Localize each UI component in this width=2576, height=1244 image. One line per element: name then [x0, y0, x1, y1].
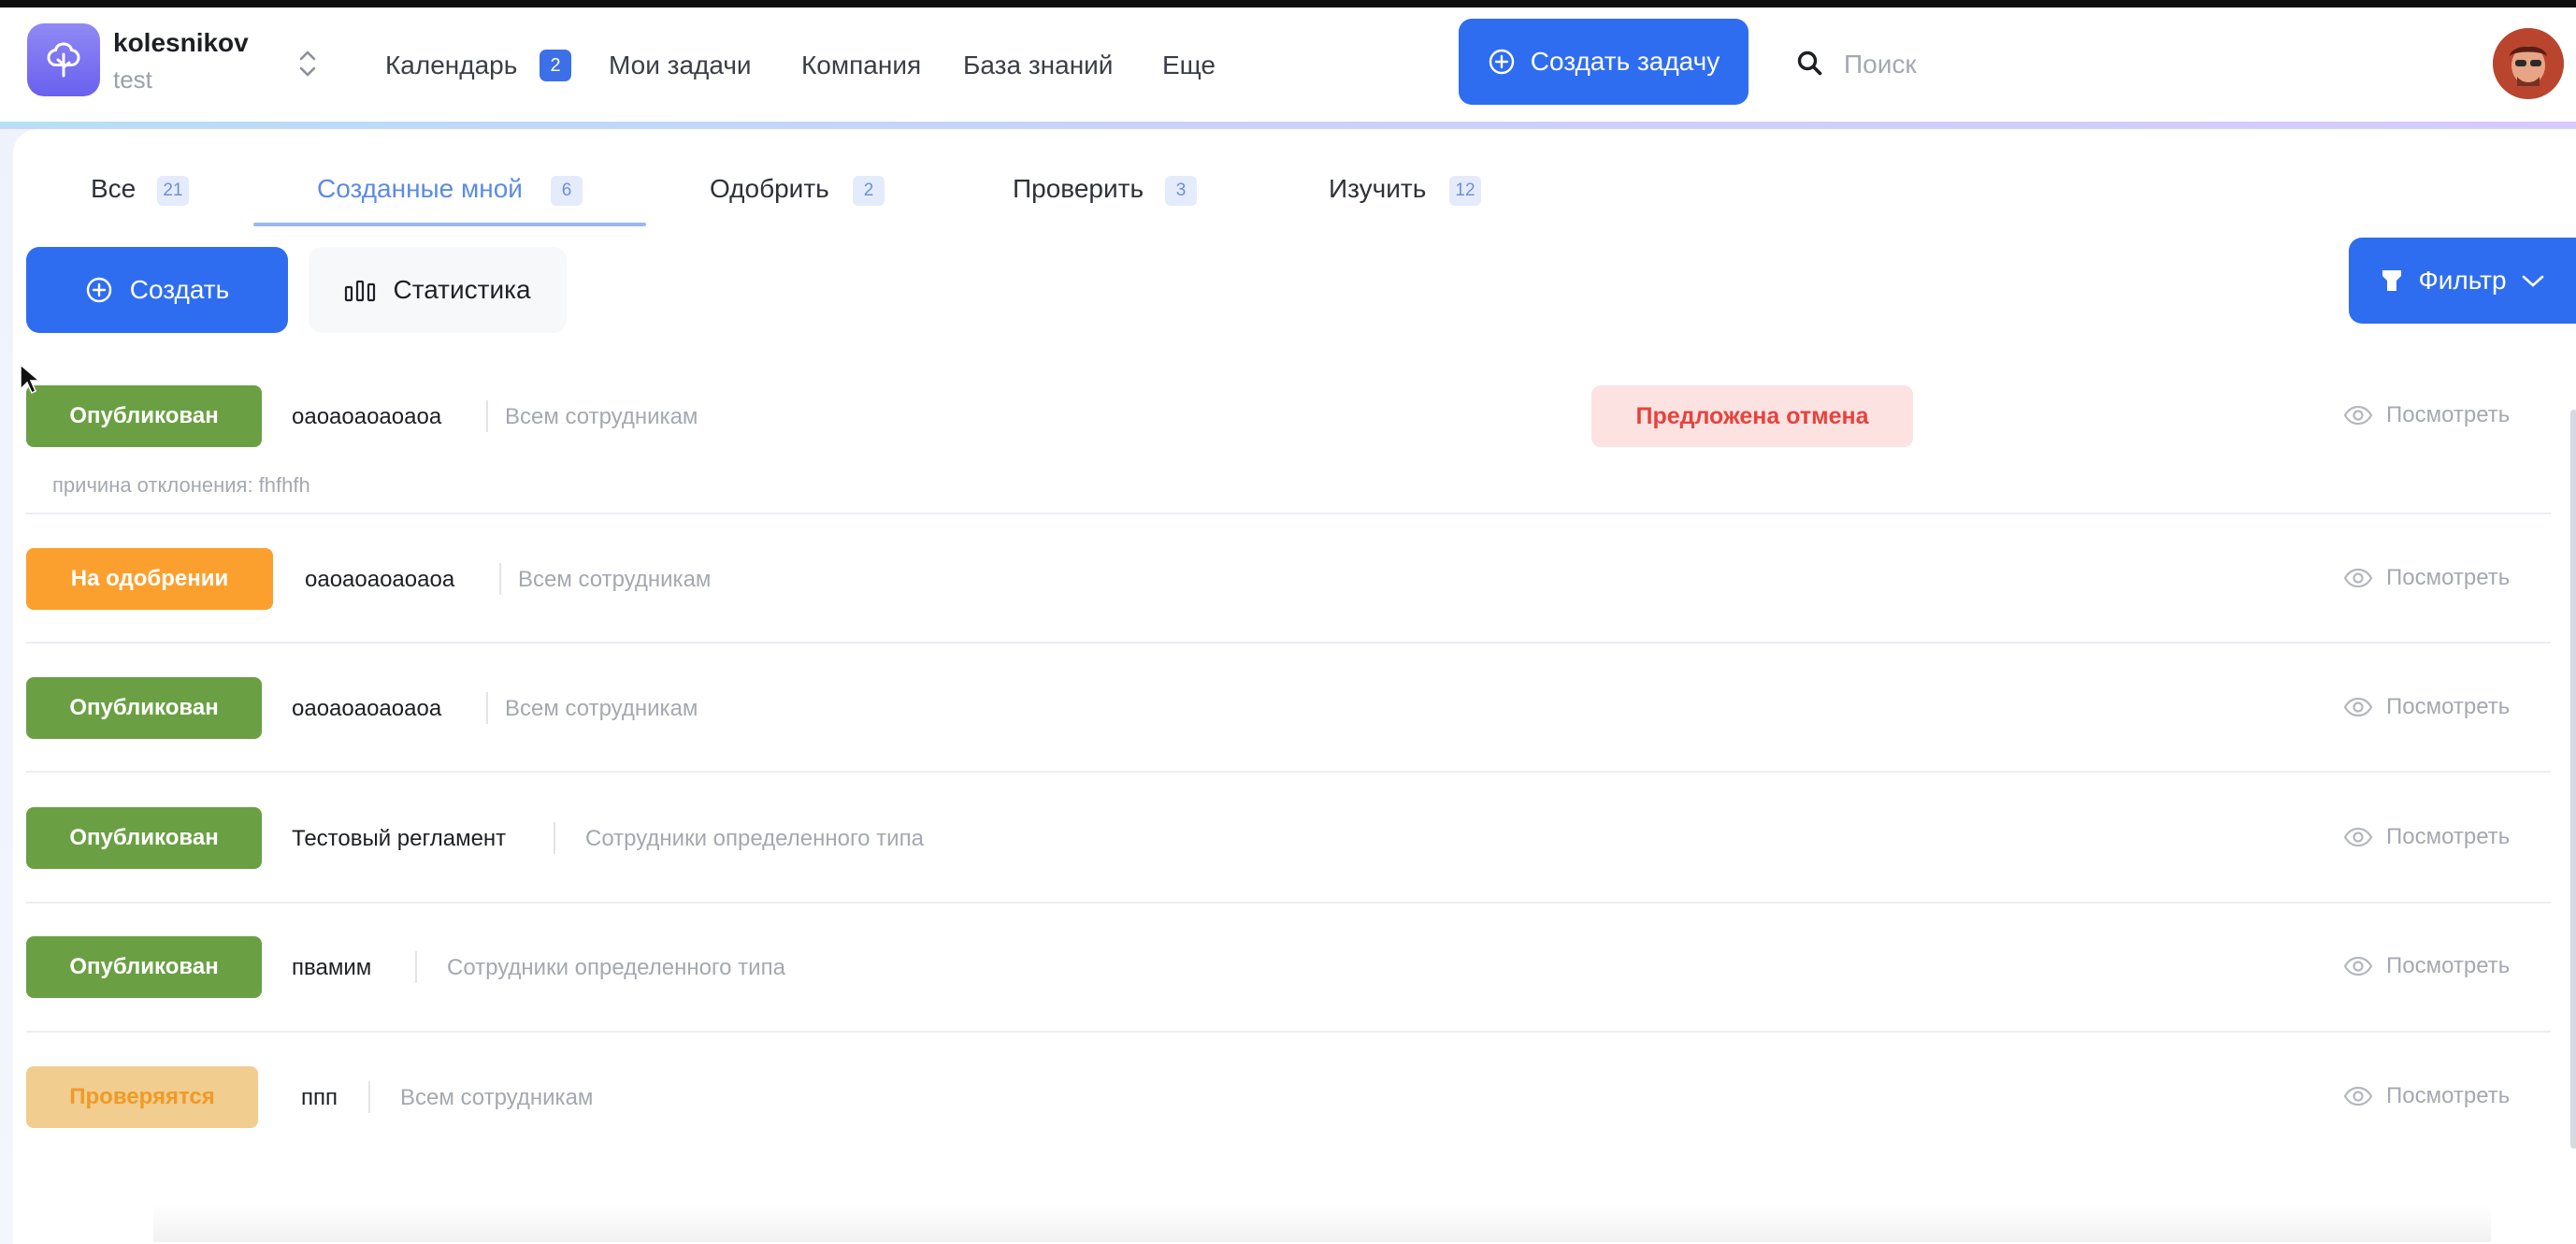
search-icon[interactable] [1795, 49, 1825, 79]
tab-study-count: 12 [1449, 176, 1481, 206]
view-label: Посмотреть [2386, 565, 2511, 590]
view-link[interactable]: Посмотреть [2343, 953, 2510, 979]
divider [486, 692, 488, 724]
audience-text: Всем сотрудникам [518, 567, 712, 592]
nav-calendar[interactable]: Календарь [385, 51, 517, 80]
eye-icon [2343, 1086, 2373, 1107]
list-item: Опубликован оаоаоаоаоаоа Всем сотрудника… [26, 644, 2551, 773]
status-badge: Опубликован [26, 936, 262, 998]
tree-icon [47, 42, 80, 78]
eye-icon [2343, 956, 2373, 976]
create-button[interactable]: Создать [26, 247, 288, 333]
view-label: Посмотреть [2386, 402, 2511, 427]
org-logo[interactable] [27, 23, 100, 96]
document-title[interactable]: ппп [301, 1085, 338, 1111]
list-item: Опубликован Тестовый регламент Сотрудник… [26, 773, 2551, 904]
tab-approve[interactable]: Одобрить [710, 174, 829, 204]
status-badge: Опубликован [26, 385, 262, 447]
nav-more[interactable]: Еще [1162, 51, 1216, 80]
audience-text: Всем сотрудникам [505, 696, 698, 721]
app-screen: kolesnikov test Календарь 2 Мои задачи К… [0, 7, 2576, 1244]
list-item: Опубликован пвамим Сотрудники определенн… [26, 904, 2551, 1033]
bar-chart-icon [345, 280, 376, 302]
cancel-proposed-badge: Предложена отмена [1591, 385, 1913, 447]
calendar-badge: 2 [540, 50, 571, 81]
tab-study[interactable]: Изучить [1329, 174, 1426, 204]
rejection-reason: причина отклонения: fhfhfh [52, 473, 310, 497]
view-link[interactable]: Посмотреть [2343, 402, 2510, 428]
nav-my-tasks[interactable]: Мои задачи [609, 51, 752, 80]
audience-text: Всем сотрудникам [400, 1085, 594, 1110]
audience-text: Сотрудники определенного типа [585, 826, 924, 851]
view-label: Посмотреть [2386, 824, 2511, 849]
divider [368, 1081, 370, 1113]
plus-circle-icon [86, 277, 111, 303]
user-avatar[interactable] [2493, 28, 2564, 99]
view-link[interactable]: Посмотреть [2343, 1083, 2510, 1109]
search-input[interactable] [1842, 45, 2126, 84]
active-tab-underline [253, 223, 646, 226]
divider [415, 951, 417, 983]
mouse-cursor-icon [20, 363, 39, 395]
divider [499, 563, 501, 595]
statistics-label: Статистика [393, 275, 531, 304]
view-label: Посмотреть [2386, 1083, 2511, 1108]
divider [486, 400, 488, 432]
divider [554, 822, 555, 854]
document-title[interactable]: оаоаоаоаоаоа [305, 567, 454, 593]
document-title[interactable]: Тестовый регламент [292, 826, 506, 852]
tab-check[interactable]: Проверить [1013, 174, 1144, 204]
status-badge: Опубликован [26, 677, 262, 739]
scrollbar[interactable] [2570, 410, 2576, 1149]
statistics-button[interactable]: Статистика [309, 247, 567, 333]
document-title[interactable]: оаоаоаоаоаоа [292, 404, 441, 430]
document-title[interactable]: оаоаоаоаоаоа [292, 696, 441, 722]
header-glow-divider [0, 122, 2576, 127]
filter-icon [2382, 270, 2402, 291]
create-task-button[interactable]: Создать задачу [1459, 19, 1749, 105]
list-item: Проверяятся ппп Всем сотрудникам Посмотр… [26, 1033, 2551, 1160]
filter-dropdown-button[interactable]: Фильтр [2349, 238, 2576, 324]
view-label: Посмотреть [2386, 694, 2511, 719]
status-badge: Опубликован [26, 807, 262, 869]
view-link[interactable]: Посмотреть [2343, 565, 2510, 591]
chevron-down-icon [2522, 275, 2543, 287]
tab-check-count: 3 [1165, 176, 1197, 206]
status-badge: Проверяятся [26, 1066, 258, 1128]
filter-label: Фильтр [2418, 266, 2507, 295]
tab-approve-count: 2 [853, 176, 885, 206]
audience-text: Всем сотрудникам [505, 404, 698, 429]
create-button-label: Создать [129, 275, 230, 304]
eye-icon [2343, 568, 2373, 588]
org-subtitle: test [113, 65, 152, 94]
view-link[interactable]: Посмотреть [2343, 824, 2510, 850]
list-item: Опубликован оаоаоаоаоаоа Всем сотрудника… [26, 370, 2551, 514]
list-item: На одобрении оаоаоаоаоаоа Всем сотрудник… [26, 514, 2551, 644]
nav-knowledge-base[interactable]: База знаний [963, 51, 1113, 80]
document-title[interactable]: пвамим [292, 955, 371, 981]
tab-all-count: 21 [157, 176, 189, 206]
plus-circle-icon [1489, 49, 1514, 75]
content-card: Все 21 Созданные мной 6 Одобрить 2 Прове… [13, 129, 2576, 1244]
bottom-fade [153, 1205, 2491, 1242]
tab-all[interactable]: Все [91, 174, 136, 204]
create-task-label: Создать задачу [1530, 47, 1720, 76]
status-badge: На одобрении [26, 548, 273, 610]
tab-created-by-me-count: 6 [551, 176, 583, 206]
top-header: kolesnikov test Календарь 2 Мои задачи К… [0, 7, 2576, 125]
view-label: Посмотреть [2386, 953, 2511, 978]
eye-icon [2343, 827, 2373, 847]
view-link[interactable]: Посмотреть [2343, 694, 2510, 720]
avatar-face-icon [2493, 28, 2564, 99]
tab-created-by-me[interactable]: Созданные мной [317, 174, 523, 204]
eye-icon [2343, 405, 2373, 426]
audience-text: Сотрудники определенного типа [447, 955, 785, 980]
chevron-updown-icon[interactable] [295, 45, 320, 82]
org-name: kolesnikov [113, 28, 249, 57]
nav-company[interactable]: Компания [801, 51, 921, 80]
eye-icon [2343, 697, 2373, 717]
